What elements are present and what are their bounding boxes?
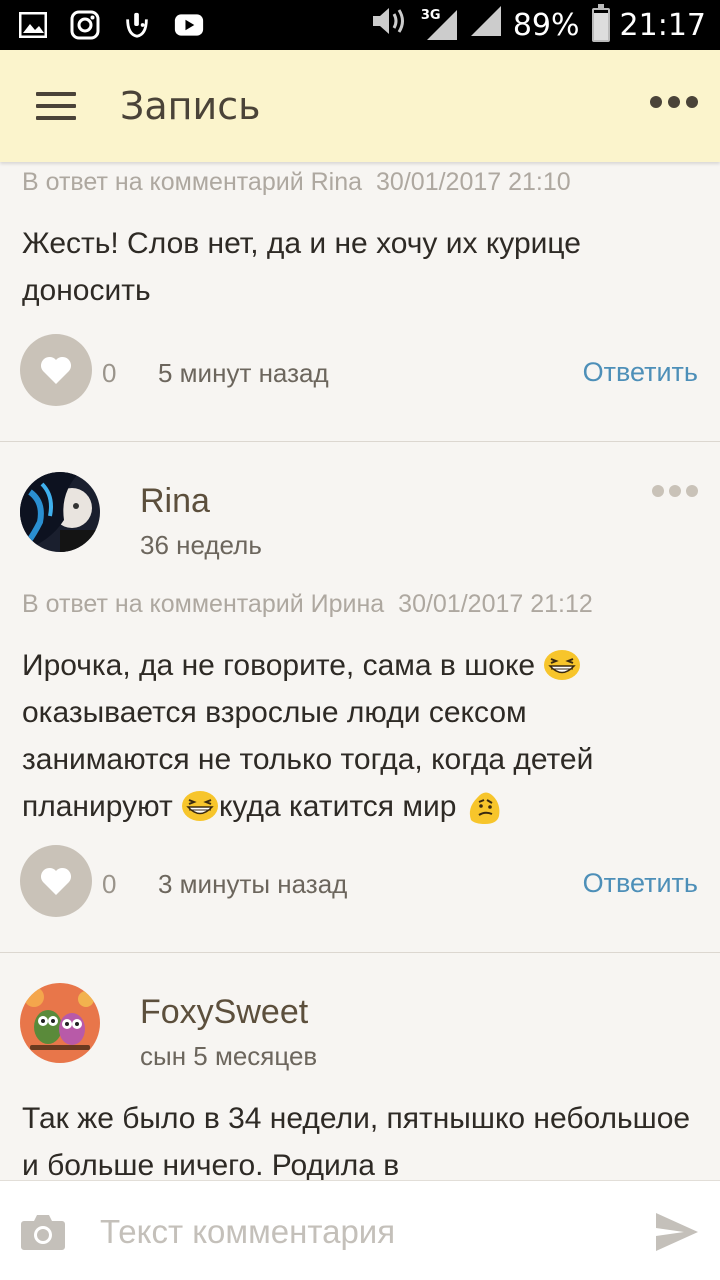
laughing-emoji — [544, 650, 581, 680]
volume-icon — [371, 4, 411, 46]
reply-to-label: В ответ на комментарий Rina — [22, 168, 363, 196]
status-bar: 3G 89% 21:17 — [0, 0, 720, 50]
comments-list[interactable]: В ответ на комментарий Rina 30/01/2017 21… — [0, 162, 720, 1180]
reply-to-line: В ответ на комментарий Ирина 30/01/2017 2… — [22, 590, 593, 619]
battery-icon — [591, 4, 610, 42]
reply-button[interactable]: Ответить — [583, 868, 698, 899]
battery-level — [593, 13, 608, 40]
comment-item: Rina 36 недель В ответ на комментарий Ир… — [0, 442, 720, 952]
touchpal-icon — [122, 10, 152, 40]
comment-text: Ирочка, да не говорите, сама в шоке оказ… — [22, 642, 702, 830]
confused-emoji — [469, 792, 500, 824]
signal-3g-icon: 3G — [421, 8, 459, 42]
like-count: 0 — [102, 869, 117, 899]
like-count: 0 — [102, 358, 117, 388]
notification-icons — [18, 8, 204, 42]
clock: 21:17 — [619, 7, 706, 43]
instagram-icon — [70, 10, 100, 40]
comment-item: В ответ на комментарий Rina 30/01/2017 21… — [0, 162, 720, 442]
reply-to-date: 30/01/2017 21:12 — [398, 590, 593, 618]
comment-text: Жесть! Слов нет, да и не хочу их курице … — [22, 227, 581, 307]
reply-button[interactable]: Ответить — [583, 357, 698, 388]
like-button[interactable] — [20, 334, 92, 406]
heart-icon — [40, 356, 72, 384]
comment-time: 5 минут назад — [158, 358, 329, 388]
like-button[interactable] — [20, 845, 92, 917]
youtube-icon — [174, 10, 204, 40]
comment-text: Так же было в 34 недели, пятнышко неболь… — [22, 1102, 691, 1180]
comment-item: FoxySweet сын 5 месяцев Так же было в 34… — [0, 953, 720, 1180]
avatar[interactable] — [20, 983, 100, 1063]
author-status: 36 недель — [140, 530, 262, 560]
battery-percent: 89% — [512, 7, 580, 43]
author-name[interactable]: FoxySweet — [140, 993, 308, 1032]
author-name[interactable]: Rina — [140, 482, 210, 521]
image-icon — [18, 10, 48, 40]
comment-input[interactable] — [100, 1211, 620, 1253]
author-status: сын 5 месяцев — [140, 1041, 318, 1071]
comment-input-bar — [0, 1180, 720, 1280]
heart-icon — [40, 867, 72, 895]
page-title: Запись — [120, 84, 261, 128]
comment-time: 3 минуты назад — [158, 869, 348, 899]
reply-to-date: 30/01/2017 21:10 — [376, 168, 571, 196]
hamburger-icon[interactable] — [36, 92, 76, 122]
system-status: 3G 89% 21:17 — [371, 0, 706, 50]
reply-to-line: В ответ на комментарий Rina 30/01/2017 21… — [22, 168, 571, 197]
signal-icon — [469, 4, 503, 46]
comment-text-part: Ирочка, да не говорите, сама в шоке — [22, 649, 544, 682]
more-dots-icon[interactable] — [650, 96, 698, 108]
comment-text-part: куда катится мир — [219, 790, 465, 823]
reply-to-label: В ответ на комментарий Ирина — [22, 590, 385, 618]
laughing-emoji — [182, 791, 219, 821]
comment-menu-icon[interactable] — [652, 485, 698, 497]
camera-icon[interactable] — [20, 1211, 66, 1251]
avatar[interactable] — [20, 472, 100, 552]
send-icon[interactable] — [654, 1211, 700, 1253]
app-bar: Запись — [0, 50, 720, 162]
